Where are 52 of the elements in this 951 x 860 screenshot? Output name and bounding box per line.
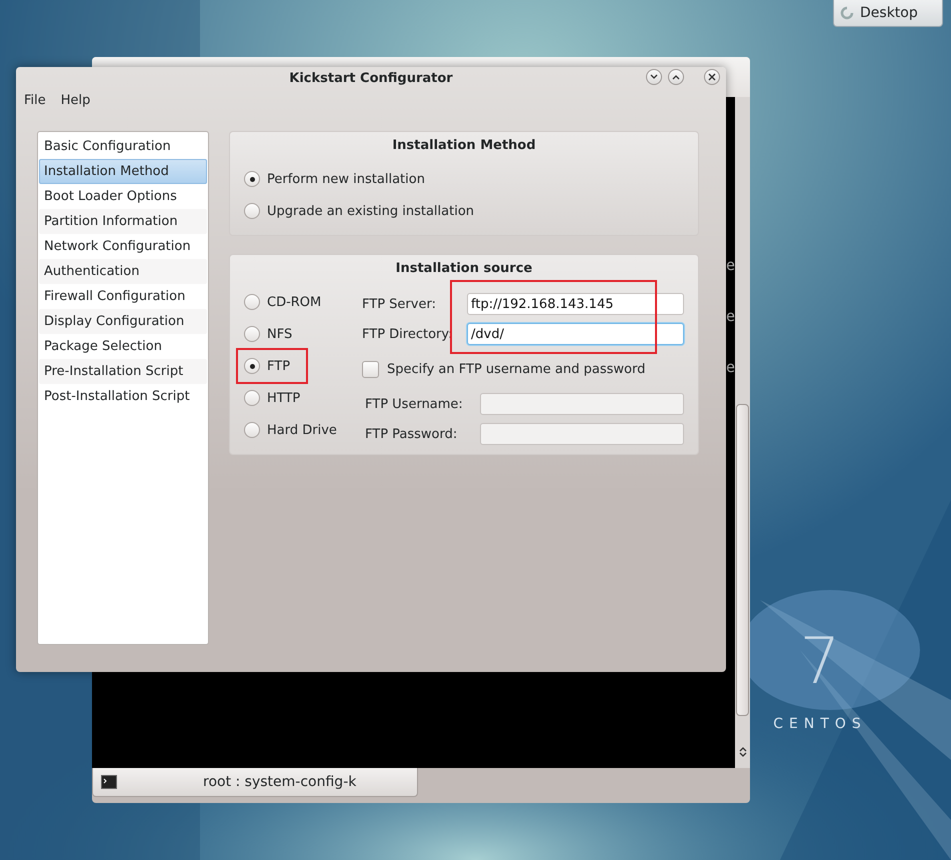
sidebar-item[interactable]: Installation Method [39, 159, 207, 184]
chevron-down-icon [738, 752, 746, 758]
radio-button[interactable] [244, 390, 260, 406]
field-label: FTP Directory: [362, 326, 454, 342]
spinner-icon [840, 6, 854, 20]
input-field[interactable]: /dvd/ [467, 323, 684, 345]
field-label: FTP Username: [364, 396, 464, 412]
radio-label: HTTP [267, 390, 300, 406]
radio-label: Hard Drive [267, 422, 337, 438]
radio-button[interactable] [244, 422, 260, 438]
chevron-down-icon [650, 74, 658, 80]
window-title: Kickstart Configurator [289, 70, 453, 86]
scrollbar-thumb[interactable] [736, 404, 749, 716]
radio-button[interactable] [244, 326, 260, 342]
sidebar-item[interactable]: Display Configuration [39, 309, 207, 334]
scrollbar[interactable] [735, 97, 750, 768]
radio-label: FTP [267, 358, 290, 374]
input-field[interactable]: ftp://192.168.143.145 [467, 293, 684, 315]
checkbox-option[interactable]: Specify an FTP username and password [362, 352, 684, 386]
maximize-button[interactable] [668, 69, 684, 85]
radio-button[interactable] [244, 171, 260, 187]
checkbox[interactable] [362, 360, 379, 378]
chevron-up-icon [738, 746, 746, 752]
sidebar-item[interactable]: Pre-Installation Script [39, 359, 207, 384]
radio-label: NFS [267, 326, 292, 342]
version-number: 7 [800, 630, 840, 694]
terminal-text: e [726, 359, 735, 376]
tab-label: root : system-config-k [203, 774, 356, 790]
radio-button[interactable] [244, 358, 260, 374]
radio-label: Upgrade an existing installation [267, 204, 474, 218]
close-button[interactable] [704, 69, 720, 85]
radio-button[interactable] [244, 203, 260, 219]
field-label: FTP Password: [364, 426, 458, 442]
radio-label: Perform new installation [267, 172, 425, 186]
terminal-tab[interactable]: root : system-config-k [92, 768, 418, 797]
sidebar-item[interactable]: Authentication [39, 259, 207, 284]
field-label: FTP Server: [362, 296, 437, 312]
chevron-up-icon [672, 74, 680, 80]
menu-item[interactable]: Help [60, 92, 90, 108]
radio-label: CD-ROM [267, 294, 322, 310]
close-icon [708, 73, 716, 81]
terminal-text: e [726, 308, 735, 325]
radio-button[interactable] [244, 294, 260, 310]
brand-name: CENTOS [773, 716, 867, 732]
panel-title: Installation source [394, 261, 534, 276]
terminal-icon [101, 775, 117, 789]
menu-item[interactable]: File [24, 92, 46, 108]
sidebar-item[interactable]: Partition Information [39, 209, 207, 234]
terminal-text: e [726, 257, 735, 274]
desktop-button[interactable]: Desktop [833, 0, 943, 27]
minimize-button[interactable] [646, 69, 662, 85]
panel-title: Installation Method [391, 138, 537, 153]
